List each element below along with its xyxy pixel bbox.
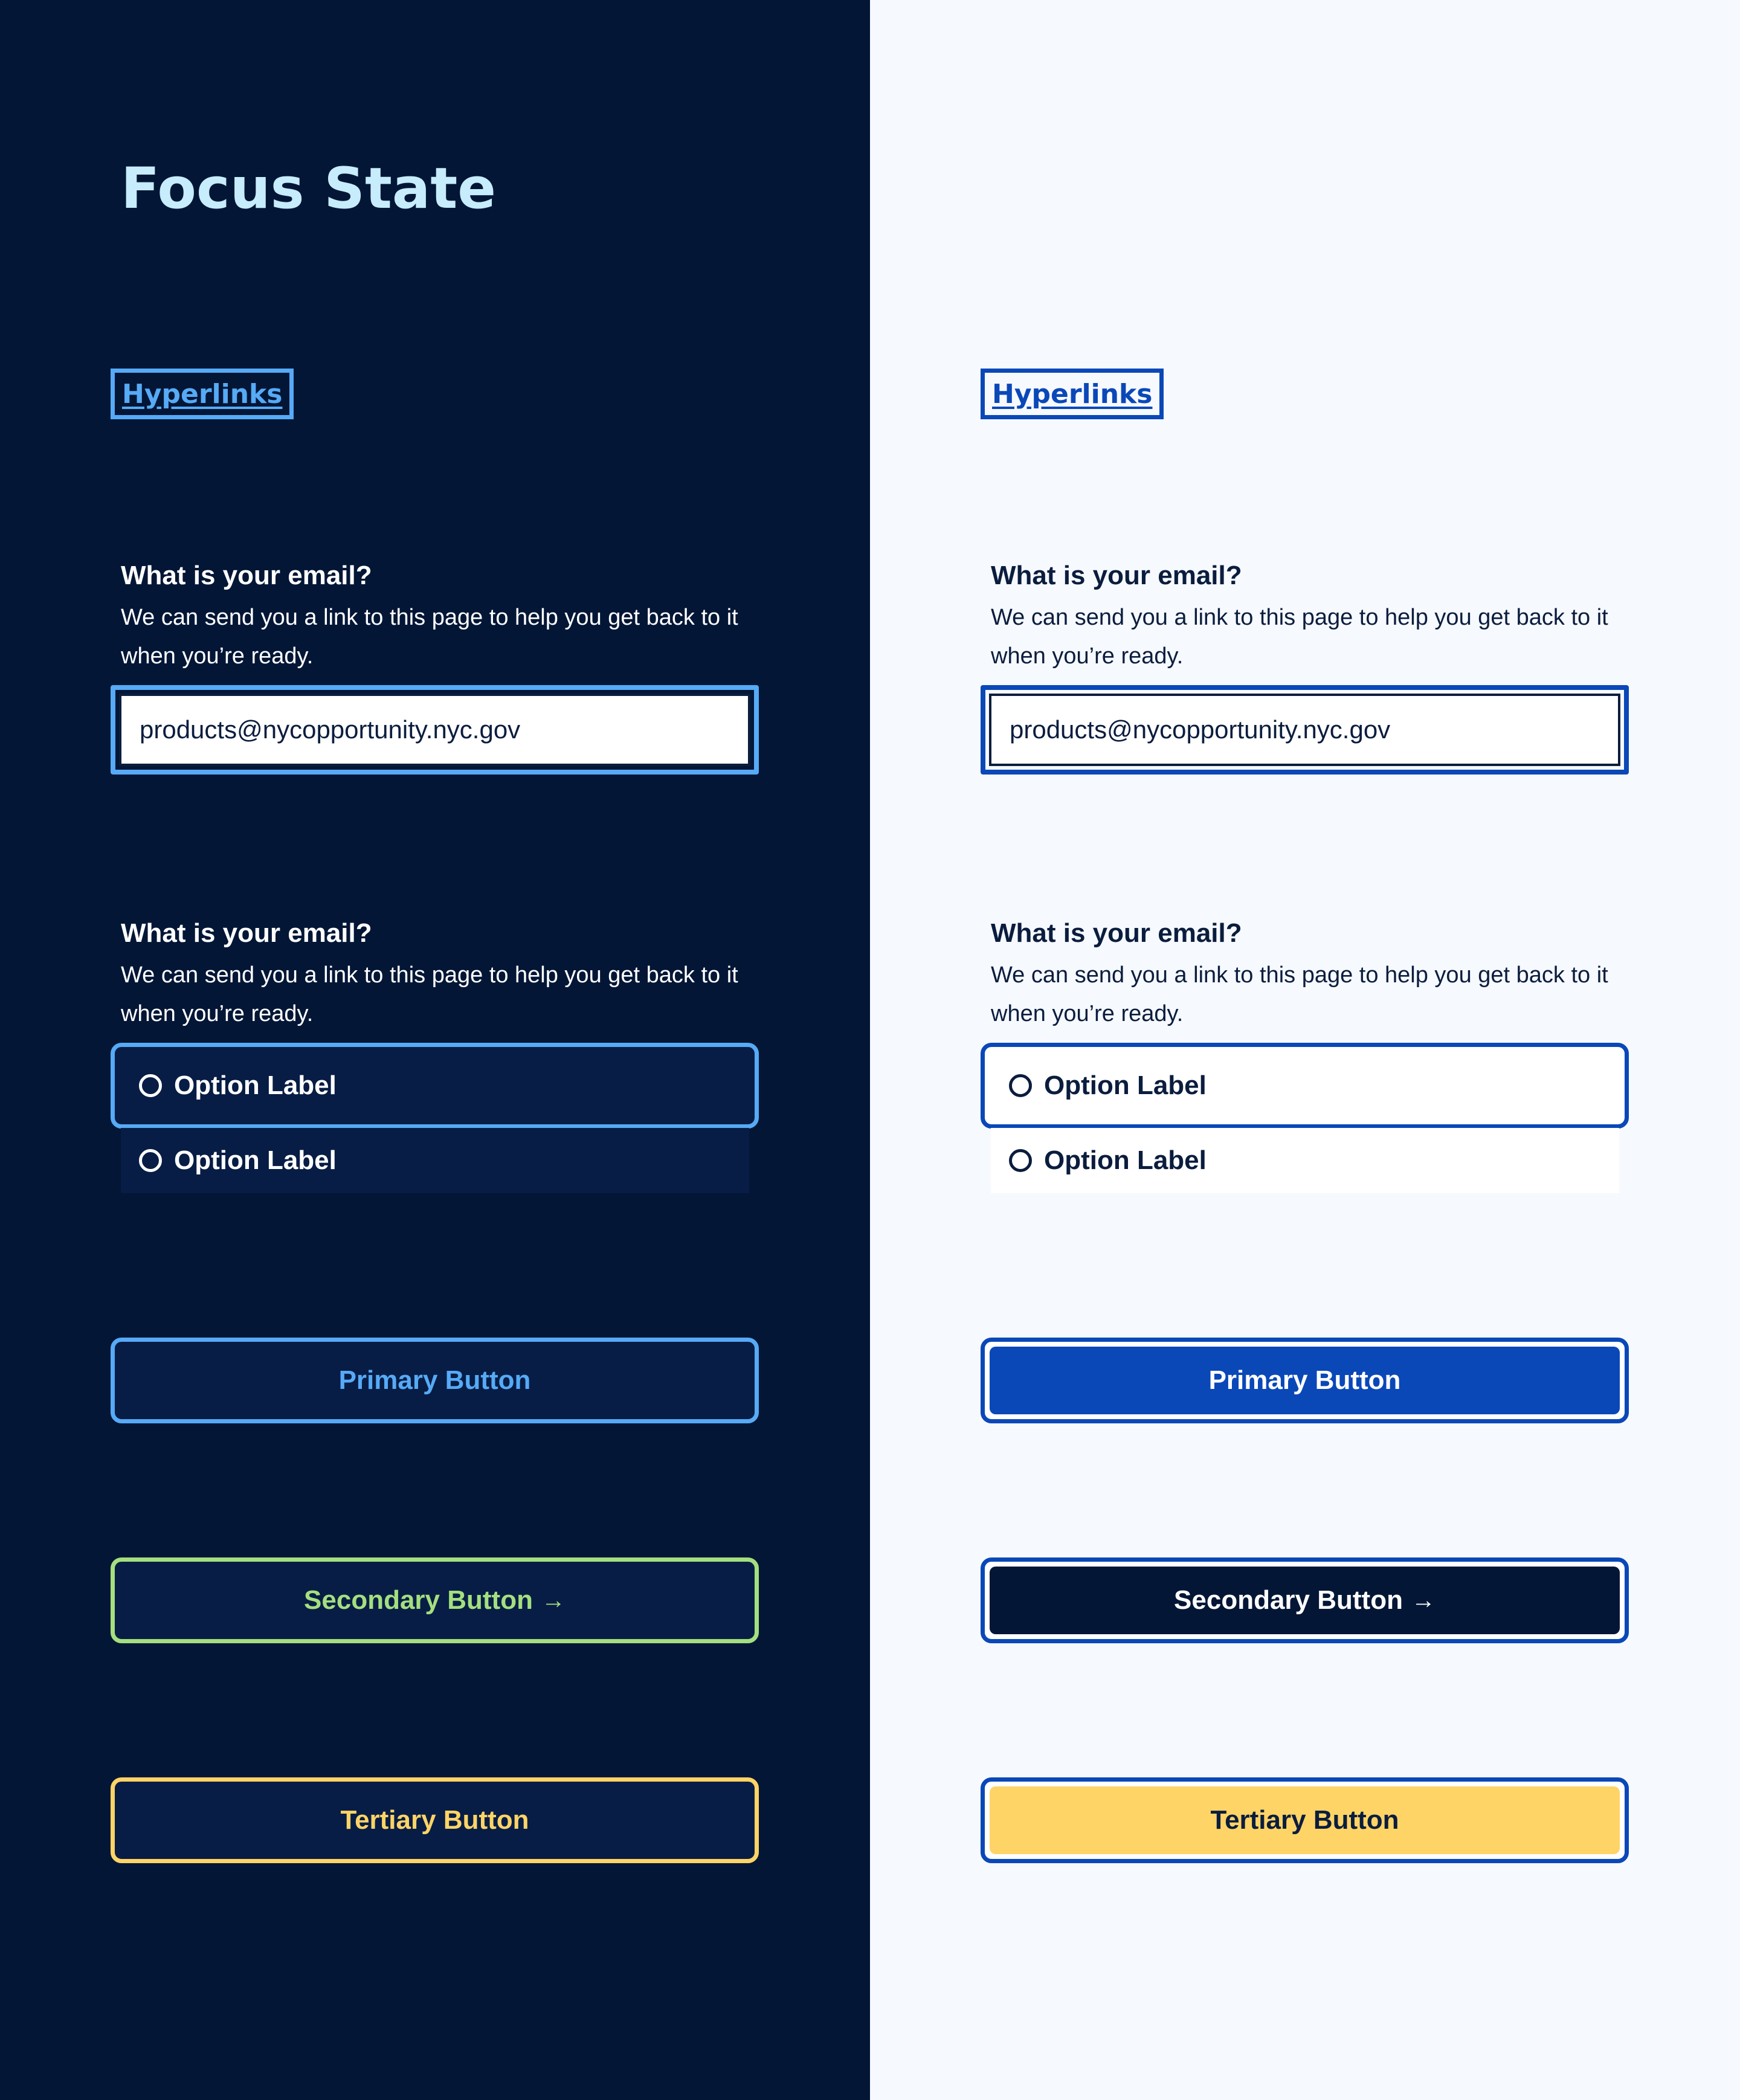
hyperlink[interactable]: Hyperlinks [111, 369, 294, 419]
radio-question-label: What is your email? [991, 918, 1242, 948]
primary-button[interactable]: Primary Button [111, 1338, 759, 1423]
tertiary-button[interactable]: Tertiary Button [111, 1777, 759, 1863]
hyperlink[interactable]: Hyperlinks [981, 369, 1164, 419]
secondary-button[interactable]: Secondary Button → [111, 1557, 759, 1643]
light-theme-panel: Hyperlinks What is your email? We can se… [870, 0, 1740, 2100]
radio-circle-icon [1009, 1074, 1032, 1097]
email-input[interactable]: products@nycopportunity.nyc.gov [119, 694, 750, 766]
arrow-right-icon: → [1411, 1586, 1436, 1614]
tertiary-button-label: Tertiary Button [340, 1805, 529, 1835]
email-input-focus-ring: products@nycopportunity.nyc.gov [111, 685, 759, 775]
email-input-focus-ring: products@nycopportunity.nyc.gov [981, 685, 1629, 775]
radio-option-label: Option Label [1044, 1071, 1207, 1100]
radio-question-description: We can send you a link to this page to h… [121, 962, 738, 1026]
radio-option[interactable]: Option Label [991, 1128, 1619, 1193]
radio-option[interactable]: Option Label [121, 1128, 749, 1193]
primary-button-label: Primary Button [1208, 1365, 1401, 1395]
radio-option-label: Option Label [1044, 1145, 1207, 1175]
email-question-description: We can send you a link to this page to h… [121, 605, 738, 669]
secondary-button-label: Secondary Button [304, 1585, 533, 1615]
radio-circle-icon [139, 1149, 162, 1172]
secondary-button-label: Secondary Button [1174, 1585, 1403, 1615]
radio-circle-icon [1009, 1149, 1032, 1172]
tertiary-button[interactable]: Tertiary Button [981, 1777, 1629, 1863]
tertiary-button-label: Tertiary Button [1210, 1805, 1399, 1835]
secondary-button[interactable]: Secondary Button → [981, 1557, 1629, 1643]
email-question-description: We can send you a link to this page to h… [991, 605, 1608, 669]
page-title: Focus State [121, 156, 497, 222]
radio-option-label: Option Label [174, 1071, 337, 1100]
radio-question-label: What is your email? [121, 918, 372, 948]
radio-option-focused[interactable]: Option Label [111, 1043, 759, 1129]
radio-circle-icon [139, 1074, 162, 1097]
email-question-label: What is your email? [121, 561, 372, 590]
email-question-label: What is your email? [991, 561, 1242, 590]
radio-option-focused[interactable]: Option Label [981, 1043, 1629, 1129]
primary-button-label: Primary Button [338, 1365, 531, 1395]
radio-question-description: We can send you a link to this page to h… [991, 962, 1608, 1026]
email-input[interactable]: products@nycopportunity.nyc.gov [989, 694, 1620, 766]
primary-button[interactable]: Primary Button [981, 1338, 1629, 1423]
arrow-right-icon: → [541, 1586, 566, 1614]
radio-option-label: Option Label [174, 1145, 337, 1175]
dark-theme-panel: Focus State Hyperlinks What is your emai… [0, 0, 870, 2100]
